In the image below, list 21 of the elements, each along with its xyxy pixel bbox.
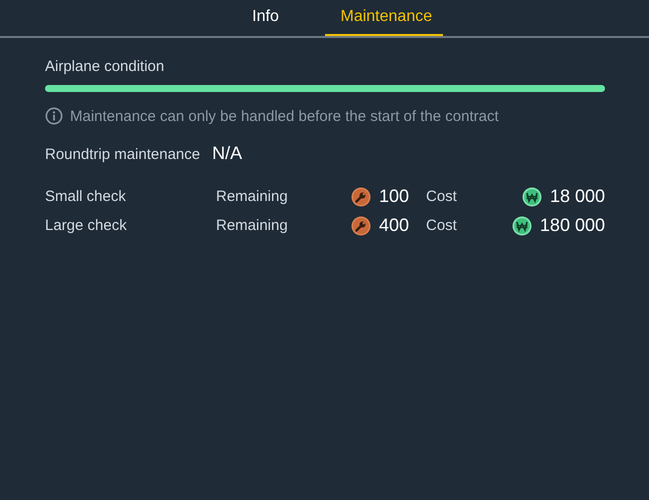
- coin-icon: [522, 186, 542, 206]
- info-icon: [45, 107, 63, 125]
- tab[interactable]: Maintenance: [324, 0, 442, 36]
- roundtrip-value: N/A: [212, 143, 242, 164]
- cost-value: 18 000: [550, 186, 605, 207]
- check-name: Small check: [45, 188, 127, 205]
- coin-icon: [512, 216, 532, 236]
- wrench-icon: [350, 216, 371, 236]
- wrench-icon: [350, 186, 371, 206]
- check-name: Large check: [45, 217, 128, 234]
- roundtrip-label: Roundtrip maintenance: [45, 146, 200, 163]
- cost-value: 180 000: [540, 215, 605, 236]
- remaining-label: Remaining: [216, 188, 289, 205]
- remaining-value: 400: [378, 215, 409, 236]
- tab[interactable]: Info: [206, 0, 324, 36]
- remaining-label: Remaining: [216, 217, 289, 234]
- cost-label: Cost: [425, 217, 458, 234]
- condition-label: Airplane condition: [45, 58, 166, 75]
- cost-label: Cost: [425, 188, 458, 205]
- notice-text: Maintenance can only be handled before the start of the contract: [70, 108, 499, 124]
- remaining-value: 100: [378, 186, 409, 207]
